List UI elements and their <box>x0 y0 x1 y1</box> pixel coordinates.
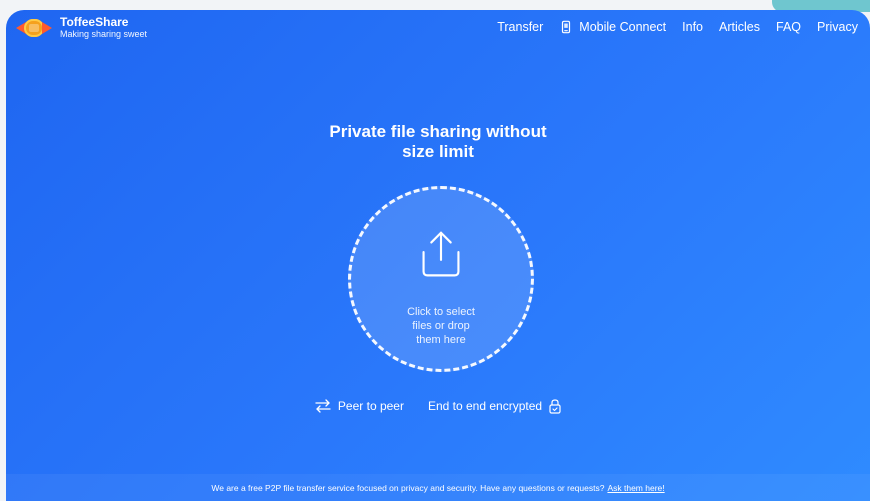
feature-list: Peer to peer End to end encrypted <box>6 398 870 414</box>
brand-subtitle: Making sharing sweet <box>60 28 148 39</box>
nav-item-mobile-connect[interactable]: Mobile Connect <box>559 20 666 34</box>
nav-item-faq[interactable]: FAQ <box>776 20 801 34</box>
candy-wrapper-right-icon <box>42 21 52 34</box>
brand-text: ToffeeShare Making sharing sweet <box>60 16 147 39</box>
nav-item-privacy[interactable]: Privacy <box>817 20 858 34</box>
nav-item-label: Privacy <box>817 20 858 34</box>
nav-item-label: Transfer <box>497 20 544 34</box>
page-title: Private file sharing without size limit <box>6 122 870 162</box>
dropzone-line-3: them here <box>416 334 466 346</box>
candy-logo-icon <box>16 17 52 39</box>
nav-item-transfer[interactable]: Transfer <box>497 20 543 34</box>
nav-item-label: Info <box>682 20 704 34</box>
nav-item-label: Mobile Connect <box>579 20 667 34</box>
top-nav: Transfer Mobile Connect Info Articles FA… <box>497 20 858 34</box>
dropzone-line-1: Click to select <box>407 306 475 318</box>
feature-encrypted: End to end encrypted <box>428 398 562 414</box>
phone-icon <box>562 20 571 34</box>
page-title-line-2: size limit <box>402 142 474 161</box>
file-dropzone[interactable]: Click to select files or drop them here <box>348 186 534 372</box>
feature-peer-to-peer: Peer to peer <box>314 398 404 414</box>
footer-ask-link[interactable]: Ask them here! <box>607 483 664 493</box>
page-title-line-1: Private file sharing without <box>329 122 547 141</box>
candy-highlight-icon <box>29 23 39 32</box>
feature-encrypted-label: End to end encrypted <box>427 399 543 413</box>
brand[interactable]: ToffeeShare Making sharing sweet <box>16 16 147 39</box>
dropzone-instructions: Click to select files or drop them here <box>386 305 496 347</box>
header: ToffeeShare Making sharing sweet Transfe… <box>6 10 870 44</box>
arrows-exchange-icon <box>315 399 331 413</box>
nav-item-info[interactable]: Info <box>682 20 703 34</box>
lock-icon <box>549 399 561 414</box>
upload-icon <box>422 231 460 277</box>
nav-item-label: Articles <box>719 20 760 34</box>
footer: We are a free P2P file transfer service … <box>6 474 870 501</box>
app-window: ToffeeShare Making sharing sweet Transfe… <box>6 10 870 501</box>
brand-title: ToffeeShare <box>60 15 129 29</box>
nav-item-label: FAQ <box>776 20 802 34</box>
feature-peer-label: Peer to peer <box>337 399 404 413</box>
footer-text: We are a free P2P file transfer service … <box>211 482 605 493</box>
nav-item-articles[interactable]: Articles <box>719 20 760 34</box>
dropzone-line-2: files or drop <box>412 320 470 332</box>
